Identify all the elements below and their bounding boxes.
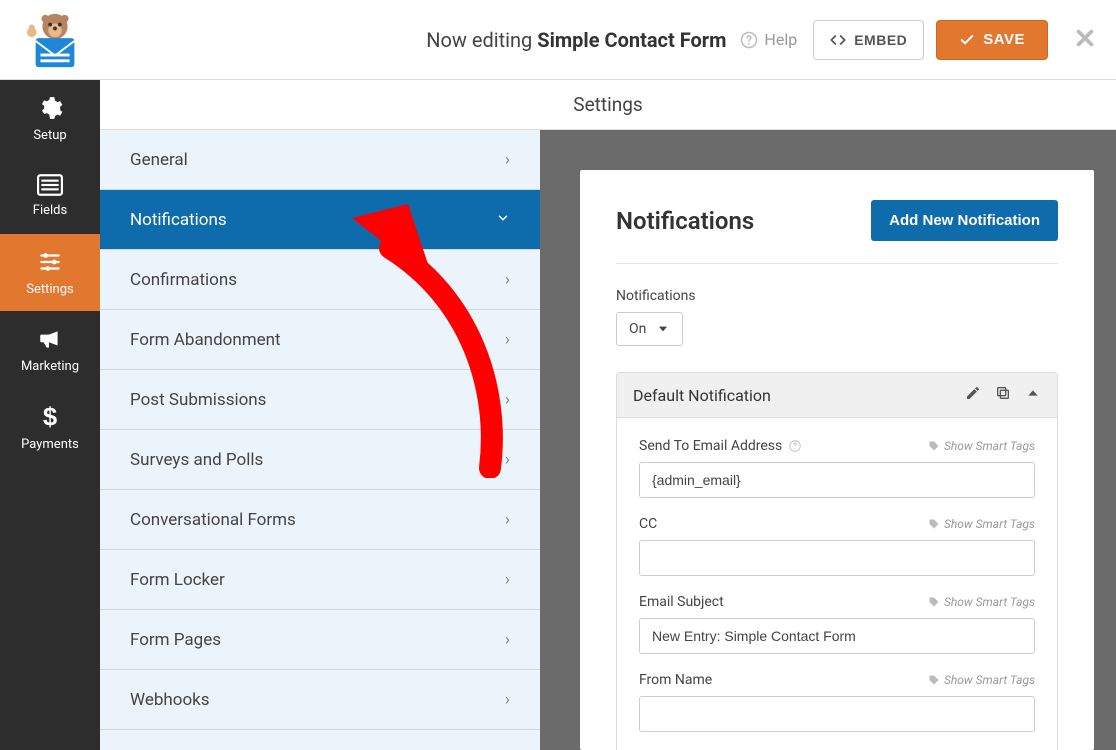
notifications-panel: Notifications Add New Notification Notif… xyxy=(580,170,1094,750)
app-logo xyxy=(24,9,86,71)
add-notification-button[interactable]: Add New Notification xyxy=(871,200,1058,241)
close-icon xyxy=(1074,27,1096,49)
chevron-right-icon: › xyxy=(505,390,510,410)
send-to-label: Send To Email Address xyxy=(639,438,802,454)
show-smart-tags-link[interactable]: Show Smart Tags xyxy=(928,673,1035,687)
embed-button[interactable]: EMBED xyxy=(813,20,924,60)
bullhorn-icon xyxy=(37,326,63,352)
close-button[interactable] xyxy=(1074,27,1096,53)
main-sidebar: Setup Fields Settings Marketing $ Paymen… xyxy=(0,80,100,750)
chevron-right-icon: › xyxy=(505,630,510,650)
help-icon xyxy=(740,31,758,49)
collapse-notification-button[interactable] xyxy=(1025,385,1041,405)
edit-notification-button[interactable] xyxy=(965,385,981,405)
code-icon xyxy=(830,32,846,48)
send-to-input[interactable] xyxy=(639,462,1035,498)
sidebar-item-payments[interactable]: $ Payments xyxy=(0,388,100,465)
sidebar-item-label: Setup xyxy=(33,128,66,143)
submenu-item-conversational-forms[interactable]: Conversational Forms› xyxy=(100,490,540,550)
chevron-down-icon xyxy=(656,322,670,336)
submenu-item-confirmations[interactable]: Confirmations› xyxy=(100,250,540,310)
tags-icon xyxy=(928,596,940,608)
cc-label: CC xyxy=(639,516,657,532)
show-smart-tags-link[interactable]: Show Smart Tags xyxy=(928,439,1035,453)
from-name-label: From Name xyxy=(639,672,712,688)
chevron-right-icon: › xyxy=(505,450,510,470)
help-icon xyxy=(788,439,802,453)
chevron-right-icon: › xyxy=(505,510,510,530)
cc-input[interactable] xyxy=(639,540,1035,576)
help-link[interactable]: Help xyxy=(740,30,797,49)
settings-submenu: General› Notifications Confirmations› Fo… xyxy=(100,130,540,750)
chevron-right-icon: › xyxy=(505,150,510,170)
sidebar-item-label: Marketing xyxy=(21,359,79,374)
chevron-right-icon: › xyxy=(505,570,510,590)
submenu-item-post-submissions[interactable]: Post Submissions› xyxy=(100,370,540,430)
submenu-item-webhooks[interactable]: Webhooks› xyxy=(100,670,540,730)
notification-card: Default Notification Send To Email Addre… xyxy=(616,372,1058,750)
sliders-icon xyxy=(37,249,63,275)
sidebar-item-fields[interactable]: Fields xyxy=(0,157,100,234)
subject-label: Email Subject xyxy=(639,594,724,610)
subject-input[interactable] xyxy=(639,618,1035,654)
editing-context: Now editing Simple Contact Form xyxy=(426,28,726,52)
submenu-item-surveys-polls[interactable]: Surveys and Polls› xyxy=(100,430,540,490)
chevron-up-icon xyxy=(1025,385,1041,401)
submenu-item-form-pages[interactable]: Form Pages› xyxy=(100,610,540,670)
show-smart-tags-link[interactable]: Show Smart Tags xyxy=(928,517,1035,531)
svg-text:$: $ xyxy=(43,403,57,430)
submenu-item-form-locker[interactable]: Form Locker› xyxy=(100,550,540,610)
submenu-item-form-abandonment[interactable]: Form Abandonment› xyxy=(100,310,540,370)
panel-title: Notifications xyxy=(616,207,754,235)
show-smart-tags-link[interactable]: Show Smart Tags xyxy=(928,595,1035,609)
from-name-input[interactable] xyxy=(639,696,1035,732)
tags-icon xyxy=(928,440,940,452)
page-title: Settings xyxy=(100,80,1116,130)
dollar-icon: $ xyxy=(40,402,60,430)
chevron-right-icon: › xyxy=(505,330,510,350)
tags-icon xyxy=(928,518,940,530)
notifications-toggle-dropdown[interactable]: On xyxy=(616,312,683,346)
check-icon xyxy=(959,32,975,48)
sidebar-item-setup[interactable]: Setup xyxy=(0,80,100,157)
tags-icon xyxy=(928,674,940,686)
submenu-item-general[interactable]: General› xyxy=(100,130,540,190)
sidebar-item-label: Fields xyxy=(33,203,67,218)
copy-icon xyxy=(995,385,1011,401)
sidebar-item-label: Settings xyxy=(26,282,73,297)
chevron-right-icon: › xyxy=(505,690,510,710)
sidebar-item-marketing[interactable]: Marketing xyxy=(0,311,100,388)
list-icon xyxy=(37,174,63,196)
submenu-item-notifications[interactable]: Notifications xyxy=(100,190,540,250)
pencil-icon xyxy=(965,385,981,401)
sidebar-item-settings[interactable]: Settings xyxy=(0,234,100,311)
notification-card-header: Default Notification xyxy=(617,373,1057,418)
chevron-down-icon xyxy=(496,210,510,230)
sidebar-item-label: Payments xyxy=(21,437,79,452)
duplicate-notification-button[interactable] xyxy=(995,385,1011,405)
save-button[interactable]: SAVE xyxy=(936,20,1048,60)
gear-icon xyxy=(37,95,63,121)
notifications-toggle-label: Notifications xyxy=(616,288,1058,304)
chevron-right-icon: › xyxy=(505,270,510,290)
